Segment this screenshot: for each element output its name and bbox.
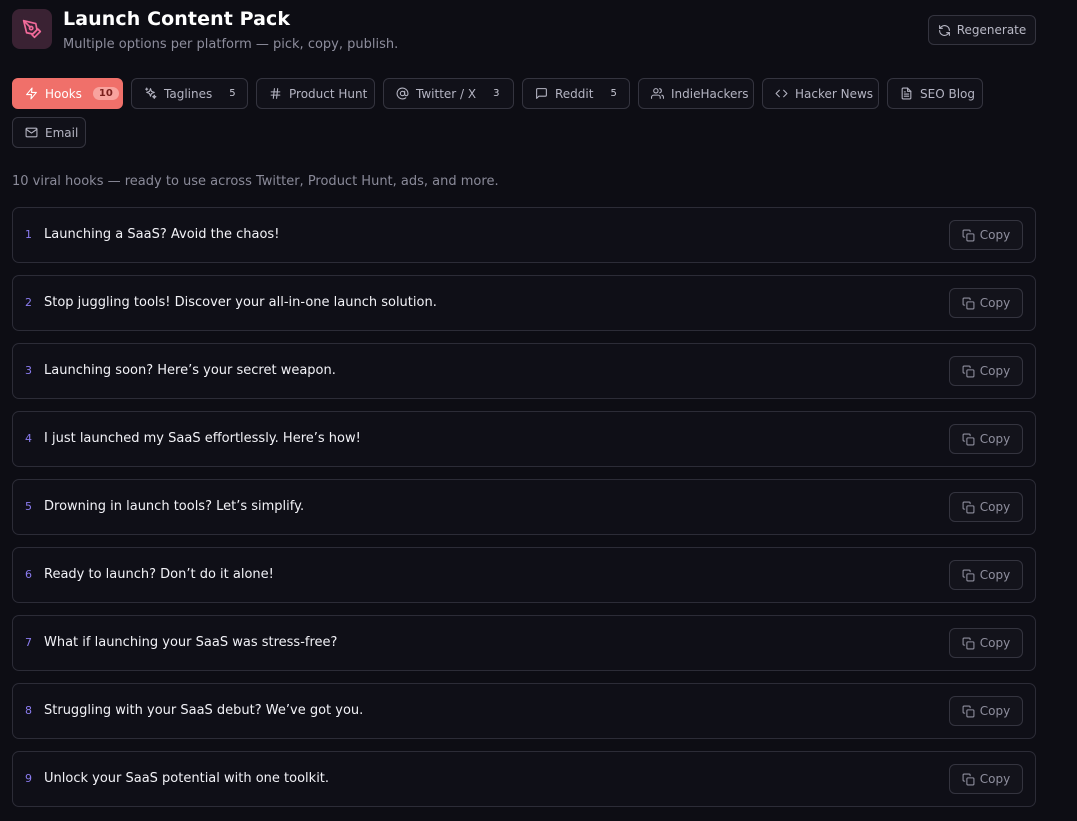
hook-number: 3 [25,364,32,377]
list-item: 3 Launching soon? Here’s your secret wea… [12,343,1036,399]
hook-number: 6 [25,568,32,581]
tab-twitter-x[interactable]: Twitter / X 3 [383,78,514,109]
tab-count-badge: 10 [92,87,119,100]
tab-label: Reddit [555,86,594,101]
zap-icon [26,87,37,100]
tab-indiehackers[interactable]: IndieHackers [638,78,754,109]
copy-icon [962,569,975,581]
list-item: 5 Drowning in launch tools? Let’s simpli… [12,479,1036,535]
copy-label: Copy [979,568,1011,582]
copy-button[interactable]: Copy [949,764,1023,794]
tab-seo-blog[interactable]: SEO Blog [887,78,983,109]
hook-text: Struggling with your SaaS debut? We’ve g… [44,703,364,718]
tab-product-hunt[interactable]: Product Hunt [256,78,375,109]
hook-number: 5 [25,500,32,513]
tab-label: Product Hunt [289,86,368,101]
tab-label: IndieHackers [671,86,749,101]
code-icon [775,89,788,98]
tab-label: Email [45,125,79,140]
message-square-icon [536,88,547,99]
hook-number: 8 [25,704,32,717]
hook-text: I just launched my SaaS effortlessly. He… [44,431,361,446]
tab-hooks[interactable]: Hooks 10 [12,78,123,109]
hook-number: 2 [25,296,32,309]
tab-count-badge: 5 [610,88,617,99]
users-icon [651,88,664,99]
copy-button[interactable]: Copy [949,492,1023,522]
hook-number: 4 [25,432,32,445]
regenerate-label: Regenerate [956,23,1027,37]
tab-reddit[interactable]: Reddit 5 [522,78,630,109]
list-item: 2 Stop juggling tools! Discover your all… [12,275,1036,331]
tab-label: Hooks [45,86,82,101]
hook-number: 9 [25,772,32,785]
mail-icon [25,127,38,138]
copy-label: Copy [979,636,1011,650]
page-title: Launch Content Pack [63,8,291,30]
tab-email[interactable]: Email [12,117,86,148]
tab-count-badge: 5 [229,88,236,99]
copy-button[interactable]: Copy [949,356,1023,386]
list-item: 8 Struggling with your SaaS debut? We’ve… [12,683,1036,739]
section-description: 10 viral hooks — ready to use across Twi… [12,174,499,189]
at-sign-icon [396,87,409,100]
copy-icon [962,705,975,717]
file-text-icon [901,87,912,100]
copy-icon [962,297,975,309]
hook-text: What if launching your SaaS was stress-f… [44,635,338,650]
tab-label: SEO Blog [920,86,975,101]
copy-label: Copy [979,500,1011,514]
tab-label: Hacker News [795,86,874,101]
copy-icon [962,229,975,241]
sparkles-icon [145,87,157,99]
copy-button[interactable]: Copy [949,696,1023,726]
tab-label: Taglines [164,86,213,101]
copy-button[interactable]: Copy [949,628,1023,658]
tab-taglines[interactable]: Taglines 5 [131,78,248,109]
copy-icon [962,365,975,377]
pen-tool-icon [12,9,52,49]
copy-label: Copy [979,364,1011,378]
header: Launch Content Pack Multiple options per… [12,8,1036,58]
list-item: 9 Unlock your SaaS potential with one to… [12,751,1036,807]
hook-text: Stop juggling tools! Discover your all-i… [44,295,437,310]
copy-button[interactable]: Copy [949,424,1023,454]
hook-text: Drowning in launch tools? Let’s simplify… [44,499,305,514]
copy-icon [962,501,975,513]
tab-label: Twitter / X [416,86,477,101]
list-item: 4 I just launched my SaaS effortlessly. … [12,411,1036,467]
copy-button[interactable]: Copy [949,560,1023,590]
list-item: 7 What if launching your SaaS was stress… [12,615,1036,671]
list-item: 6 Ready to launch? Don’t do it alone! Co… [12,547,1036,603]
page: Launch Content Pack Multiple options per… [0,0,1077,821]
copy-button[interactable]: Copy [949,220,1023,250]
hook-number: 7 [25,636,32,649]
hook-text: Unlock your SaaS potential with one tool… [44,771,330,786]
copy-label: Copy [979,772,1011,786]
copy-button[interactable]: Copy [949,288,1023,318]
copy-label: Copy [979,296,1011,310]
hook-text: Launching a SaaS? Avoid the chaos! [44,227,280,242]
copy-icon [962,433,975,445]
tab-hacker-news[interactable]: Hacker News [762,78,879,109]
hash-icon [270,88,281,99]
page-subtitle: Multiple options per platform — pick, co… [63,37,399,52]
copy-icon [962,637,975,649]
copy-label: Copy [979,432,1011,446]
regenerate-button[interactable]: Regenerate [928,15,1036,45]
hook-text: Ready to launch? Don’t do it alone! [44,567,274,582]
copy-label: Copy [979,228,1011,242]
hook-text: Launching soon? Here’s your secret weapo… [44,363,336,378]
copy-label: Copy [979,704,1011,718]
hook-number: 1 [25,228,32,241]
refresh-icon [938,24,950,36]
tab-count-badge: 3 [493,88,500,99]
copy-icon [962,773,975,785]
list-item: 1 Launching a SaaS? Avoid the chaos! Cop… [12,207,1036,263]
